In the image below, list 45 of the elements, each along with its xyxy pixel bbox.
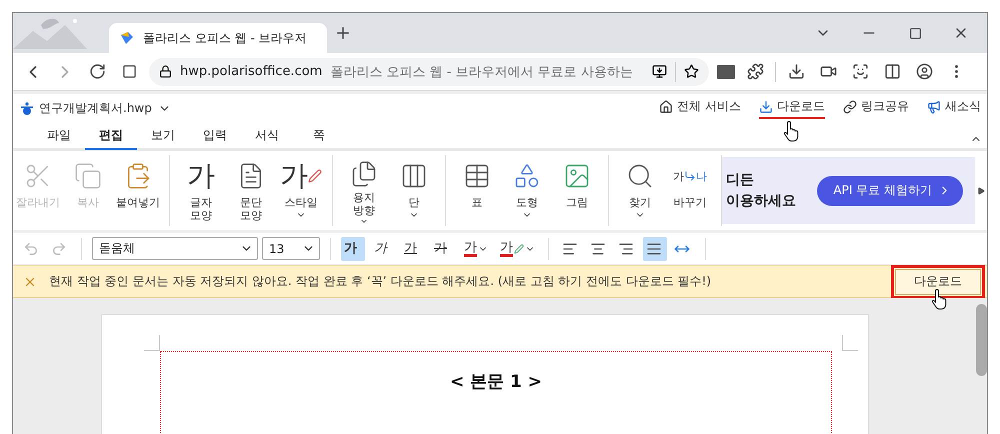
file-name[interactable]: 연구개발계획서.hwp bbox=[39, 100, 152, 117]
ribbon-tool[interactable]: 붙여넣기 bbox=[113, 155, 163, 226]
menu-tab[interactable]: 파일 bbox=[33, 127, 85, 150]
menu-tab[interactable]: 입력 bbox=[189, 127, 241, 150]
size-select[interactable]: 13 bbox=[262, 237, 320, 260]
menu-tab[interactable]: 보기 bbox=[137, 127, 189, 150]
header-link[interactable]: 링크공유 bbox=[843, 98, 909, 119]
banner-text: 디든 bbox=[726, 171, 755, 190]
promo-banner[interactable]: 디든 이용하세요 API 무료 체험하기 bbox=[722, 157, 975, 224]
glyph-icon: 나 bbox=[696, 168, 707, 184]
browser-tab[interactable]: 폴라리스 오피스 웹 - 브라우저 bbox=[109, 23, 327, 53]
ribbon-tool[interactable]: 도형 bbox=[502, 155, 552, 226]
font-select[interactable]: 돋움체 bbox=[92, 237, 258, 260]
text-style-button[interactable]: 가 bbox=[431, 236, 455, 260]
ribbon-tool[interactable]: 단 bbox=[389, 155, 439, 226]
text-style-button[interactable]: 가 bbox=[497, 236, 538, 260]
notice-text: 현재 작업 중인 문서는 자동 저장되지 않아요. 작업 완료 후 ‘꼭’ 다운로드 해주세요. (새로 고침 하기 전에도 다운로드 필수!) bbox=[49, 273, 712, 290]
ribbon-tool[interactable]: 가 글자 모양 bbox=[176, 155, 226, 226]
ribbon-tool[interactable]: 가 나 바꾸기 bbox=[665, 155, 715, 226]
header-link[interactable]: 다운로드 bbox=[759, 98, 825, 119]
glyph-icon: 가 bbox=[187, 162, 215, 190]
url-domain: hwp.polarisoffice.com bbox=[180, 64, 322, 79]
ribbon-tool[interactable]: 가 스타일 bbox=[276, 155, 326, 226]
text-style-button[interactable]: 가 bbox=[461, 236, 491, 260]
ribbon-tool[interactable]: 찾기 bbox=[615, 155, 665, 226]
header-link[interactable]: 새소식 bbox=[927, 98, 981, 119]
api-trial-button[interactable]: API 무료 체험하기 bbox=[817, 176, 963, 206]
glyph-icon: 가 bbox=[673, 168, 684, 184]
text-style-button[interactable]: 가 bbox=[341, 236, 365, 260]
text-style-button[interactable]: 가 bbox=[371, 236, 395, 260]
ribbon-tool[interactable]: 그림 bbox=[552, 155, 602, 226]
banner-text: 이용하세요 bbox=[726, 192, 796, 210]
ribbon-tool[interactable]: 용지 방향 bbox=[339, 155, 389, 226]
glyph-icon: 가 bbox=[280, 162, 308, 190]
menu-tab[interactable]: 서식 bbox=[241, 127, 293, 150]
document-heading: < 본문 1 > bbox=[450, 371, 542, 394]
header-link[interactable]: 전체 서비스 bbox=[659, 98, 741, 119]
menu-tab[interactable]: 편집 bbox=[85, 127, 137, 150]
ribbon-tool[interactable]: 표 bbox=[452, 155, 502, 226]
tab-title: 폴라리스 오피스 웹 - 브라우저 bbox=[143, 30, 307, 46]
url-page-title: 폴라리스 오피스 웹 - 브라우저에서 무료로 사용하는 bbox=[330, 64, 633, 80]
ribbon-tool[interactable]: 문단 모양 bbox=[226, 155, 276, 226]
menu-tab[interactable]: 쪽 bbox=[293, 127, 345, 150]
text-style-button[interactable]: 가 bbox=[401, 236, 425, 260]
address-bar[interactable]: hwp.polarisoffice.com 폴라리스 오피스 웹 - 브라우저에서 무료로 사용하는 bbox=[149, 58, 709, 86]
